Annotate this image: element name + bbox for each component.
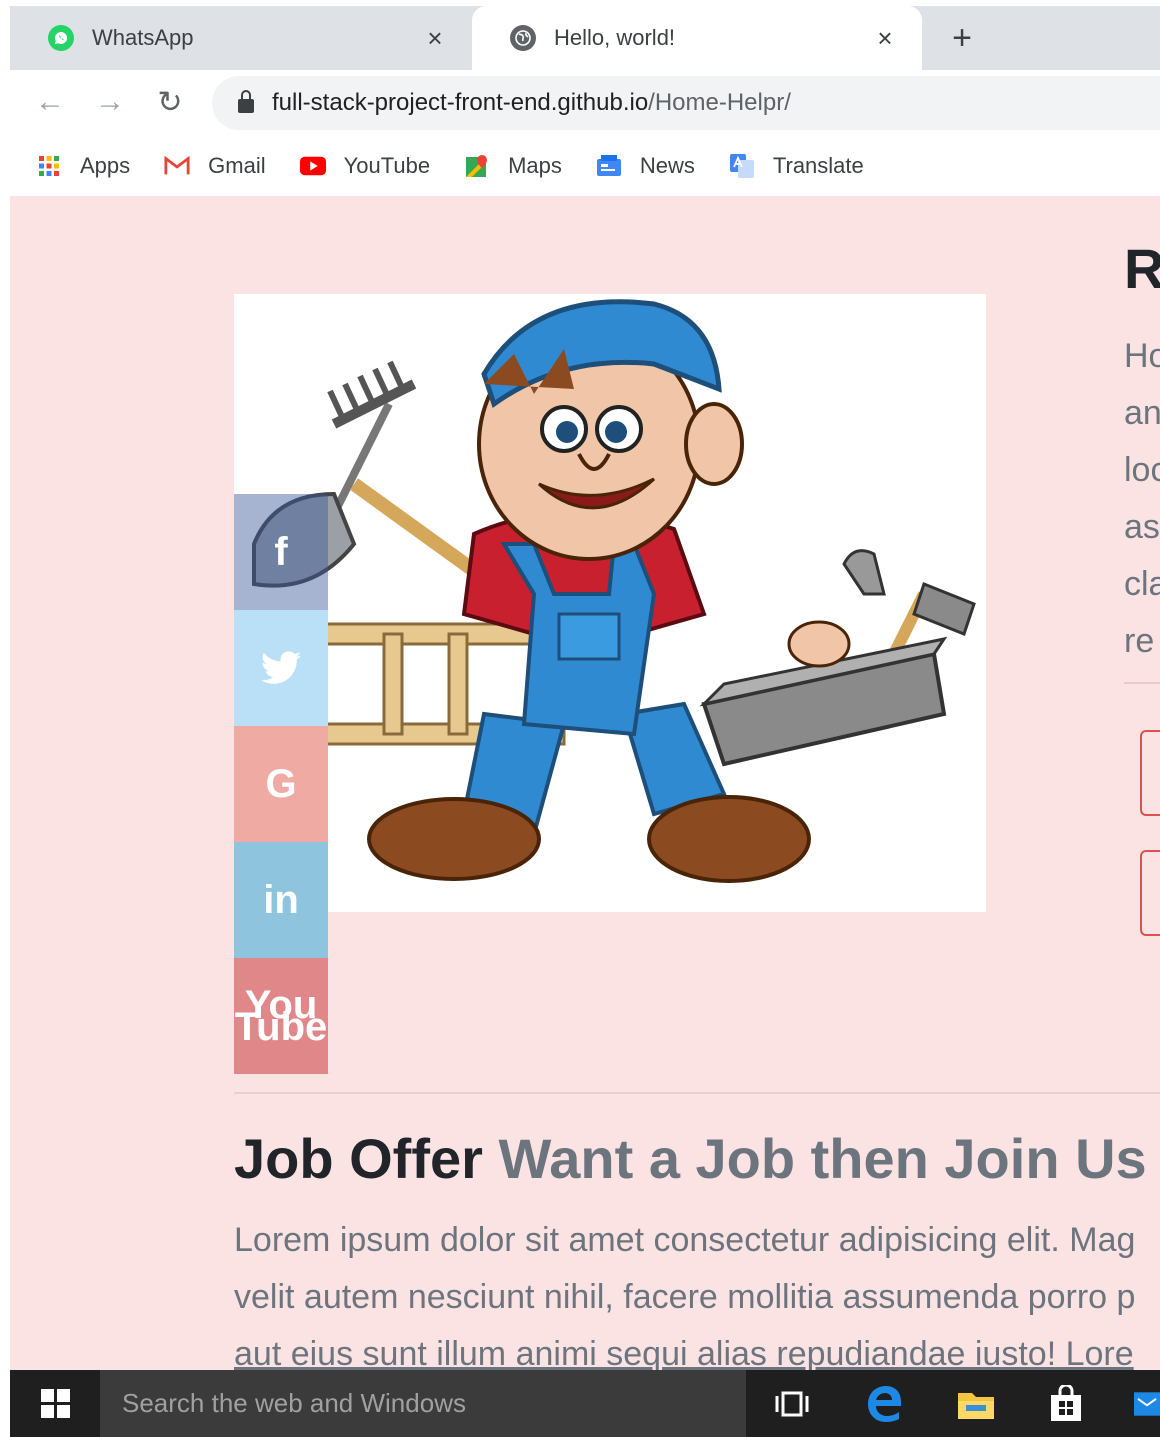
bookmark-apps[interactable]: Apps [36, 153, 130, 179]
youtube-icon-text: Tube [234, 1005, 328, 1049]
url-path: /Home-Helpr/ [648, 89, 791, 116]
gmail-icon [164, 153, 190, 179]
whatsapp-icon [48, 25, 74, 51]
tab-hello-world[interactable]: Hello, world! × [472, 6, 922, 70]
handyman-drawing [252, 299, 976, 883]
apps-grid-icon [36, 153, 62, 179]
bookmark-label: Gmail [208, 153, 266, 178]
paragraph-line: velit autem nesciunt nihil, facere molli… [234, 1278, 1136, 1316]
bookmark-label: YouTube [343, 153, 431, 178]
linkedin-icon[interactable]: in [234, 842, 328, 958]
bookmark-translate[interactable]: Translate [729, 153, 864, 179]
lock-icon [238, 90, 254, 113]
paragraph-line: Lorem ipsum dolor sit amet consectetur a… [234, 1221, 1136, 1259]
file-explorer-icon[interactable] [954, 1382, 998, 1426]
bookmark-maps[interactable]: Maps [464, 153, 562, 179]
youtube-icon [299, 153, 326, 179]
paragraph-line: re [1124, 622, 1155, 660]
close-tab-icon[interactable]: × [420, 23, 450, 54]
section-heading-clipped: R [1124, 237, 1160, 300]
address-bar[interactable]: full-stack-project-front-end.github.io/H… [212, 76, 1160, 130]
paragraph-line: loc [1124, 451, 1160, 489]
job-offer-subtitle: Want a Job then Join Us [498, 1127, 1147, 1190]
windows-logo-icon [40, 1389, 70, 1418]
facebook-icon[interactable]: f [234, 494, 328, 610]
head-drawing [477, 299, 744, 561]
tab-whatsapp[interactable]: WhatsApp × [10, 6, 472, 70]
web-page: R Ho an loc as cla re f G in You Tube Jo… [10, 196, 1160, 1370]
bookmarks-bar: Apps Gmail YouTube Maps News Translate [10, 136, 1160, 196]
bookmark-label: News [639, 153, 695, 178]
mail-app-icon[interactable] [1134, 1382, 1160, 1426]
maps-icon [464, 153, 490, 179]
bookmark-label: Maps [508, 153, 562, 178]
back-arrow-icon[interactable]: ← [30, 82, 70, 122]
forward-arrow-icon[interactable]: → [90, 82, 130, 122]
social-share-bar: f G in You Tube [234, 494, 328, 1074]
toolbox-drawing [699, 549, 976, 767]
bookmark-gmail[interactable]: Gmail [164, 153, 266, 179]
globe-icon [510, 25, 536, 51]
job-offer-title: Job Offer [234, 1127, 483, 1190]
paragraph-line: aut eius sunt illum animi sequi alias re… [234, 1335, 1134, 1370]
bookmark-youtube[interactable]: YouTube [299, 153, 431, 179]
store-icon[interactable] [1044, 1382, 1088, 1426]
news-icon [596, 153, 622, 179]
twitter-icon[interactable] [234, 610, 328, 726]
bookmark-label: Translate [772, 153, 864, 178]
browser-toolbar: ← → ↻ full-stack-project-front-end.githu… [10, 70, 1160, 136]
section-divider [234, 1092, 1160, 1094]
browser-tab-strip: WhatsApp × Hello, world! × + [10, 6, 1160, 70]
translate-icon [729, 153, 755, 179]
youtube-icon[interactable]: You Tube [234, 958, 328, 1074]
close-tab-icon[interactable]: × [870, 23, 900, 54]
divider [1124, 682, 1160, 684]
bookmark-label: Apps [80, 153, 131, 178]
new-tab-button[interactable]: + [940, 16, 984, 60]
url-host: full-stack-project-front-end.github.io [272, 89, 649, 116]
handyman-illustration [234, 294, 986, 912]
taskbar-search-box[interactable]: Search the web and Windows [100, 1370, 746, 1437]
outline-button-clipped[interactable] [1140, 730, 1160, 816]
bookmark-news[interactable]: News [596, 153, 695, 179]
paragraph-line: Ho [1124, 337, 1160, 375]
google-icon[interactable]: G [234, 726, 328, 842]
paragraph-line: cla [1124, 565, 1160, 603]
tab-title: Hello, world! [554, 25, 676, 50]
edge-browser-icon[interactable] [862, 1382, 906, 1426]
job-offer-heading: Job Offer Want a Job then Join Us [234, 1126, 1147, 1191]
start-button[interactable] [10, 1370, 100, 1437]
task-view-icon[interactable] [770, 1382, 814, 1426]
section-paragraph-clipped: Ho an loc as cla re [1124, 328, 1160, 670]
paragraph-line: as [1124, 508, 1160, 546]
paragraph-line: an [1124, 394, 1160, 432]
outline-button-clipped[interactable] [1140, 850, 1160, 936]
windows-taskbar: Search the web and Windows [10, 1370, 1160, 1437]
reload-icon[interactable]: ↻ [150, 82, 190, 122]
job-offer-paragraph: Lorem ipsum dolor sit amet consectetur a… [234, 1212, 1160, 1370]
tab-title: WhatsApp [92, 25, 194, 50]
